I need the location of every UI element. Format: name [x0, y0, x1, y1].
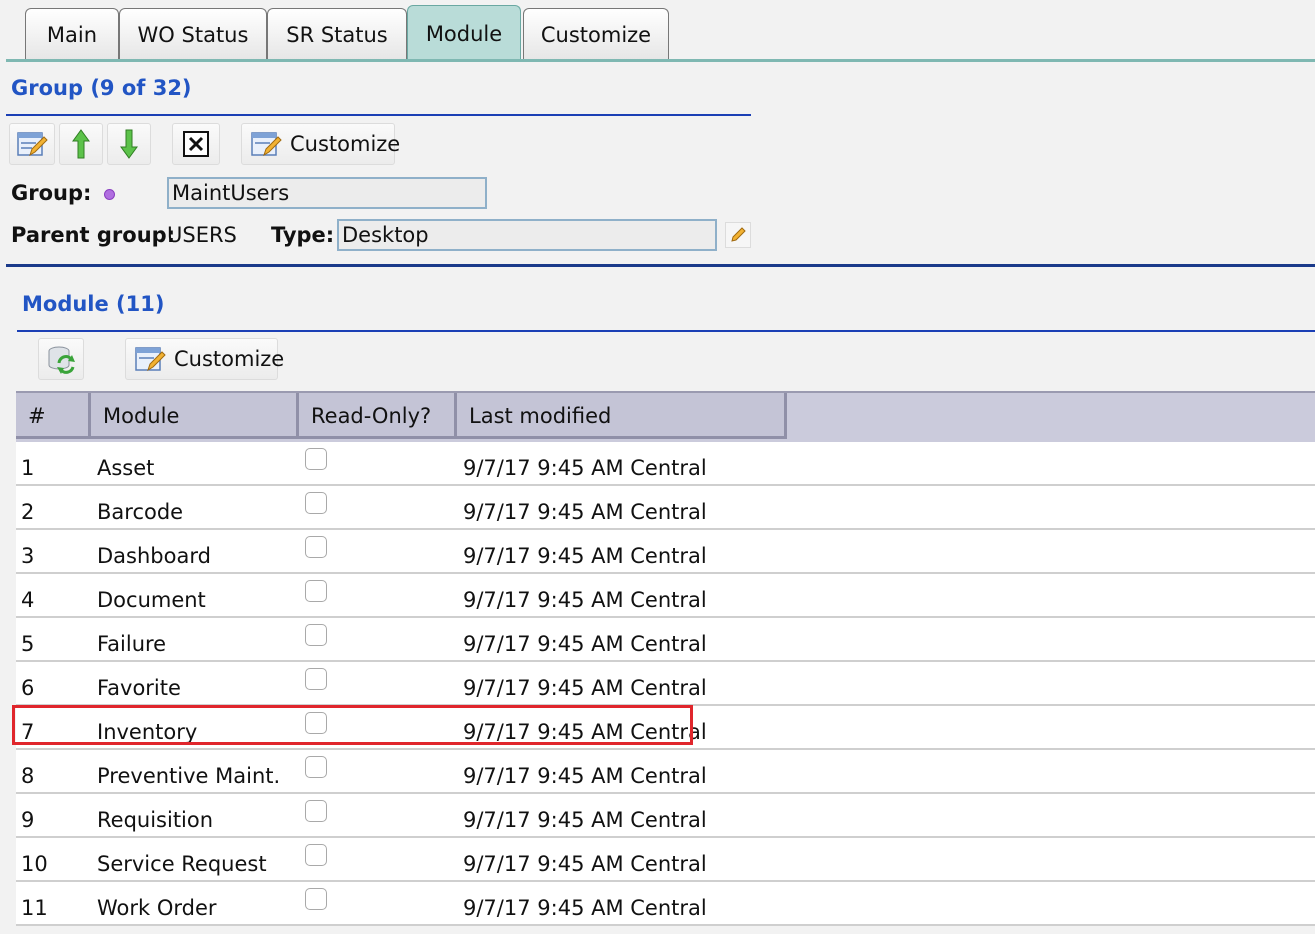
edit-record-icon	[16, 129, 48, 159]
last-modified-value: 9/7/17 9:45 AM Central	[463, 588, 707, 612]
table-row[interactable]: 9 Requisition 9/7/17 9:45 AM Central	[16, 794, 1315, 838]
column-header-read-only[interactable]: Read-Only?	[299, 393, 457, 439]
tab-customize[interactable]: Customize	[523, 8, 669, 60]
group-customize-button[interactable]: Customize	[241, 123, 400, 165]
row-number: 10	[21, 852, 48, 876]
read-only-checkbox[interactable]	[305, 800, 327, 822]
row-number: 5	[21, 632, 35, 656]
tab-module[interactable]: Module	[407, 5, 521, 62]
module-name: Service Request	[97, 852, 267, 876]
row-number: 7	[21, 720, 35, 744]
module-name: Work Order	[97, 896, 217, 920]
refresh-icon	[45, 343, 77, 375]
module-section-title: Module (11)	[22, 292, 165, 316]
delete-x-icon	[183, 131, 209, 157]
tab-underline	[6, 59, 1315, 62]
last-modified-value: 9/7/17 9:45 AM Central	[463, 500, 707, 524]
last-modified-value: 9/7/17 9:45 AM Central	[463, 852, 707, 876]
customize-icon	[134, 344, 166, 374]
delete-button[interactable]	[172, 123, 220, 165]
customize-icon	[250, 129, 282, 159]
group-title-rule	[6, 114, 751, 116]
row-number: 11	[21, 896, 48, 920]
group-name-field[interactable]: MaintUsers	[167, 177, 487, 209]
move-down-arrow-icon	[119, 128, 139, 160]
group-section-divider	[6, 264, 1315, 267]
last-modified-value: 9/7/17 9:45 AM Central	[463, 676, 707, 700]
row-number: 4	[21, 588, 35, 612]
column-header-last-modified[interactable]: Last modified	[457, 393, 787, 439]
row-number: 6	[21, 676, 35, 700]
read-only-checkbox[interactable]	[305, 844, 327, 866]
last-modified-value: 9/7/17 9:45 AM Central	[463, 544, 707, 568]
edit-button[interactable]	[9, 123, 55, 165]
read-only-checkbox[interactable]	[305, 624, 327, 646]
table-row[interactable]: 3 Dashboard 9/7/17 9:45 AM Central	[16, 530, 1315, 574]
module-name: Asset	[97, 456, 155, 480]
module-name: Barcode	[97, 500, 184, 524]
module-name: Document	[97, 588, 206, 612]
last-modified-value: 9/7/17 9:45 AM Central	[463, 896, 707, 920]
module-name: Requisition	[97, 808, 214, 832]
move-down-button[interactable]	[107, 123, 151, 165]
column-header-module[interactable]: Module	[91, 393, 299, 439]
read-only-checkbox[interactable]	[305, 712, 327, 734]
last-modified-value: 9/7/17 9:45 AM Central	[463, 456, 707, 480]
tab-wo-status[interactable]: WO Status	[119, 8, 267, 60]
module-name: Favorite	[97, 676, 181, 700]
last-modified-value: 9/7/17 9:45 AM Central	[463, 764, 707, 788]
module-name: Dashboard	[97, 544, 211, 568]
row-number: 8	[21, 764, 35, 788]
tab-main[interactable]: Main	[25, 8, 119, 60]
last-modified-value: 9/7/17 9:45 AM Central	[463, 632, 707, 656]
read-only-checkbox[interactable]	[305, 536, 327, 558]
read-only-checkbox[interactable]	[305, 492, 327, 514]
type-field[interactable]: Desktop	[337, 219, 717, 251]
parent-group-value: USERS	[167, 223, 237, 247]
parent-group-label: Parent group:	[11, 223, 176, 247]
read-only-checkbox[interactable]	[305, 756, 327, 778]
tab-bar: Main WO Status SR Status Module Customiz…	[0, 0, 1315, 64]
table-row[interactable]: 10 Service Request 9/7/17 9:45 AM Central	[16, 838, 1315, 882]
module-name: Preventive Maint.	[97, 764, 281, 788]
group-section-title: Group (9 of 32)	[11, 76, 192, 100]
column-header-number[interactable]: #	[16, 393, 91, 439]
type-label: Type:	[271, 223, 335, 247]
move-up-button[interactable]	[59, 123, 103, 165]
table-row[interactable]: 7 Inventory 9/7/17 9:45 AM Central	[16, 706, 1315, 750]
read-only-checkbox[interactable]	[305, 580, 327, 602]
row-number: 9	[21, 808, 35, 832]
last-modified-value: 9/7/17 9:45 AM Central	[463, 720, 707, 744]
required-dot-icon	[104, 189, 115, 200]
row-number: 1	[21, 456, 35, 480]
module-customize-button[interactable]: Customize	[125, 338, 284, 380]
table-row[interactable]: 2 Barcode 9/7/17 9:45 AM Central	[16, 486, 1315, 530]
tab-sr-status[interactable]: SR Status	[267, 8, 407, 60]
table-row[interactable]: 5 Failure 9/7/17 9:45 AM Central	[16, 618, 1315, 662]
last-modified-value: 9/7/17 9:45 AM Central	[463, 808, 707, 832]
read-only-checkbox[interactable]	[305, 888, 327, 910]
table-row[interactable]: 4 Document 9/7/17 9:45 AM Central	[16, 574, 1315, 618]
read-only-checkbox[interactable]	[305, 668, 327, 690]
table-row[interactable]: 8 Preventive Maint. 9/7/17 9:45 AM Central	[16, 750, 1315, 794]
module-customize-label: Customize	[174, 347, 285, 371]
row-number: 2	[21, 500, 35, 524]
pencil-icon	[730, 227, 746, 243]
module-name: Inventory	[97, 720, 198, 744]
refresh-button[interactable]	[38, 338, 84, 380]
group-customize-label: Customize	[290, 132, 401, 156]
group-label: Group:	[11, 181, 92, 205]
module-title-rule	[17, 330, 1315, 332]
type-edit-button[interactable]	[725, 222, 751, 248]
row-number: 3	[21, 544, 35, 568]
table-row[interactable]: 11 Work Order 9/7/17 9:45 AM Central	[16, 882, 1315, 926]
module-name: Failure	[97, 632, 167, 656]
module-grid-header: # Module Read-Only? Last modified	[16, 391, 1315, 443]
table-row[interactable]: 1 Asset 9/7/17 9:45 AM Central	[16, 442, 1315, 486]
move-up-arrow-icon	[71, 128, 91, 160]
read-only-checkbox[interactable]	[305, 448, 327, 470]
table-row[interactable]: 6 Favorite 9/7/17 9:45 AM Central	[16, 662, 1315, 706]
